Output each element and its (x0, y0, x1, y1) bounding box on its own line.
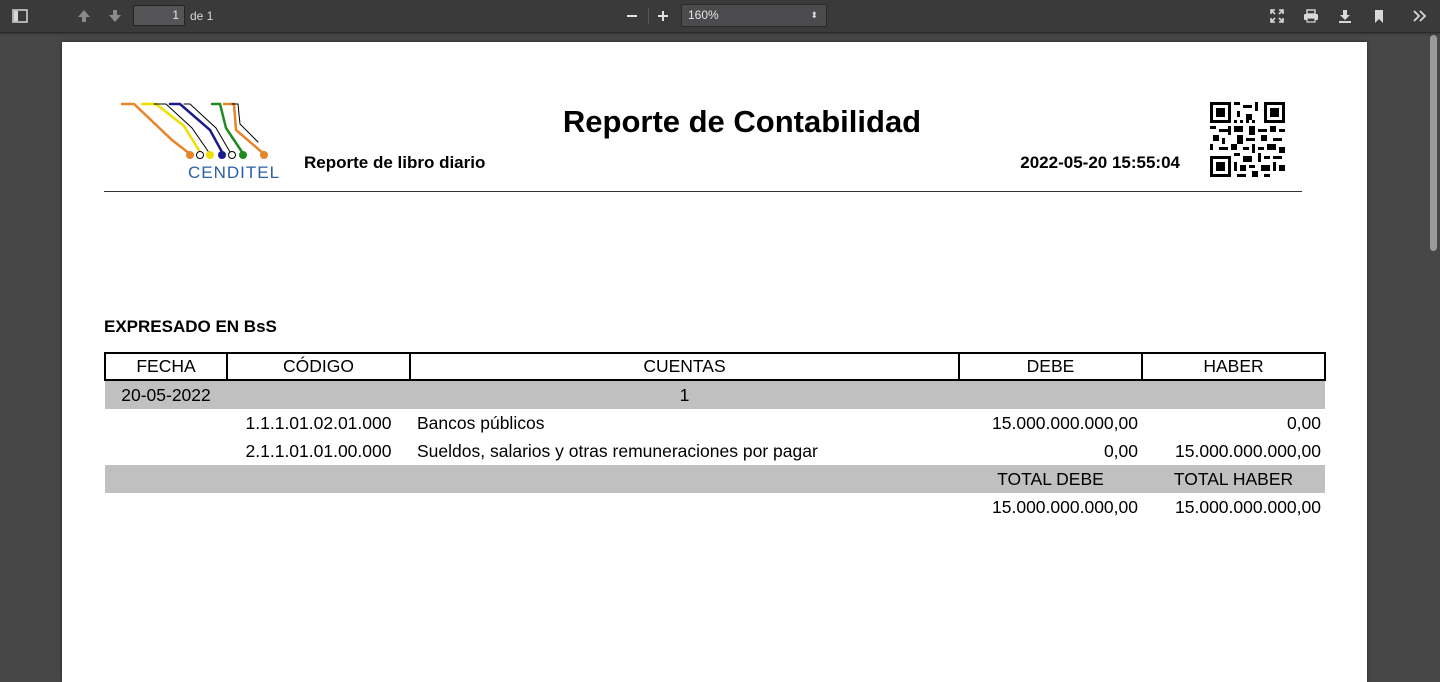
empty-cell (410, 465, 959, 493)
empty-cell (105, 409, 227, 437)
zoom-out-icon[interactable] (620, 5, 644, 27)
account-name: Sueldos, salarios y otras remuneraciones… (417, 440, 818, 461)
account-code: 2.1.1.01.01.00.000 (245, 440, 392, 461)
total-debe-amount: 15.000.000.000,00 (992, 496, 1138, 517)
logo-wordmark: CENDITEL (188, 163, 281, 182)
column-header-codigo: CÓDIGO (226, 352, 411, 381)
debit-amount: 0,00 (1103, 440, 1138, 461)
previous-page-icon[interactable] (72, 5, 96, 27)
report-title: Reporte de Contabilidad (562, 104, 922, 139)
entry-header-row: 20-05-2022 1 (105, 380, 1325, 409)
empty-cell (410, 493, 959, 521)
pdf-page: CENDITEL Reporte de Contabilidad Reporte… (62, 42, 1367, 682)
report-timestamp: 2022-05-20 15:55:04 (1020, 153, 1180, 172)
credit-amount: 15.000.000.000,00 (1175, 440, 1321, 461)
account-code: 1.1.1.01.02.01.000 (245, 412, 392, 433)
debit-amount: 15.000.000.000,00 (992, 412, 1138, 433)
empty-cell (105, 437, 227, 465)
print-icon[interactable] (1299, 5, 1323, 27)
empty-cell (1142, 380, 1325, 409)
journal-table: FECHA CÓDIGO CUENTAS DEBE HABER 20-05-20… (104, 352, 1326, 521)
account-name: Bancos públicos (417, 412, 545, 433)
bookmark-icon[interactable] (1367, 5, 1391, 27)
empty-cell (105, 465, 227, 493)
column-header-debe: DEBE (958, 352, 1143, 381)
zoom-in-icon[interactable] (651, 5, 675, 27)
chevron-updown-icon: ⬍ (810, 10, 818, 20)
total-debe-label: TOTAL DEBE (959, 465, 1142, 493)
scrollbar-thumb[interactable] (1430, 35, 1437, 251)
toolbar-divider (648, 8, 649, 24)
column-header-haber: HABER (1141, 352, 1326, 381)
tools-icon[interactable] (1408, 5, 1432, 27)
table-row: 1.1.1.01.02.01.000 Bancos públicos 15.00… (105, 409, 1325, 437)
page-count-label: de 1 (190, 9, 214, 23)
entry-number: 1 (410, 380, 959, 409)
header-divider (104, 191, 1302, 192)
empty-cell (227, 493, 410, 521)
empty-cell (227, 465, 410, 493)
zoom-value: 160% (688, 8, 719, 22)
column-header-cuentas: CUENTAS (409, 352, 960, 381)
entry-date: 20-05-2022 (105, 380, 227, 409)
currency-note: EXPRESADO EN BsS (104, 317, 277, 336)
download-icon[interactable] (1333, 5, 1357, 27)
vertical-scrollbar[interactable] (1429, 33, 1439, 667)
totals-row: 15.000.000.000,00 15.000.000.000,00 (105, 493, 1325, 521)
qr-code (1210, 102, 1285, 177)
presentation-mode-icon[interactable] (1265, 5, 1289, 27)
page-number-input[interactable]: 1 (133, 5, 185, 26)
table-header-row: FECHA CÓDIGO CUENTAS DEBE HABER (104, 352, 1326, 381)
table-row: 2.1.1.01.01.00.000 Sueldos, salarios y o… (105, 437, 1325, 465)
next-page-icon[interactable] (103, 5, 127, 27)
sidebar-toggle-icon[interactable] (8, 5, 32, 27)
credit-amount: 0,00 (1286, 412, 1321, 433)
empty-cell (105, 493, 227, 521)
empty-cell (959, 380, 1142, 409)
total-haber-label: TOTAL HABER (1142, 465, 1325, 493)
column-header-fecha: FECHA (104, 352, 228, 381)
totals-header-row: TOTAL DEBE TOTAL HABER (105, 465, 1325, 493)
report-subtitle: Reporte de libro diario (304, 153, 486, 172)
zoom-select[interactable]: 160% ⬍ (681, 4, 827, 27)
empty-cell (227, 380, 410, 409)
total-haber-amount: 15.000.000.000,00 (1175, 496, 1321, 517)
viewer-toolbar: 1 de 1 160% ⬍ (0, 0, 1440, 33)
